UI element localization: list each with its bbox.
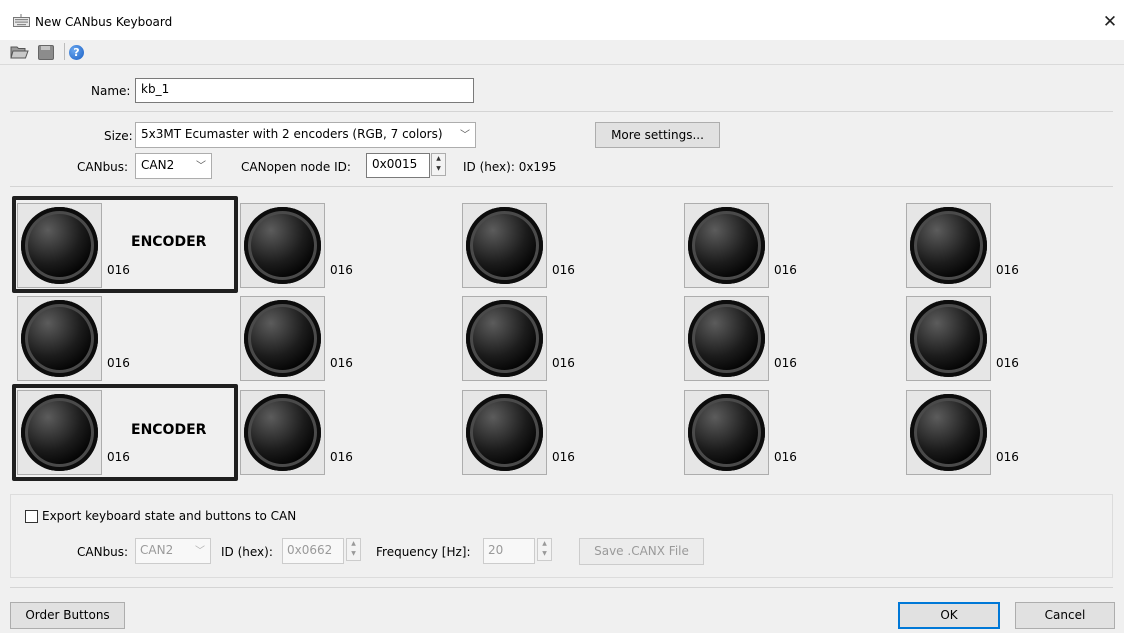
key-button[interactable] [906,203,991,288]
key-button[interactable] [684,390,769,475]
knob-icon [688,300,765,377]
key-button[interactable] [684,203,769,288]
export-frequency-input[interactable]: 20 [483,538,535,564]
key-button[interactable] [240,390,325,475]
key-code-label: 016 [552,356,575,370]
ok-button[interactable]: OK [898,602,1000,629]
key-button[interactable] [906,296,991,381]
toolbar-separator [64,43,65,60]
export-checkbox-label[interactable]: Export keyboard state and buttons to CAN [42,509,296,523]
key-button[interactable] [684,296,769,381]
knob-icon [910,300,987,377]
encoder-label: ENCODER [131,422,207,438]
divider [10,587,1113,588]
divider [10,111,1113,112]
knob-icon [688,207,765,284]
export-checkbox[interactable] [25,510,38,523]
node-id-input[interactable]: 0x0015 [366,153,430,178]
cancel-button[interactable]: Cancel [1015,602,1115,629]
order-buttons-button[interactable]: Order Buttons [10,602,125,629]
knob-icon [466,207,543,284]
close-button[interactable]: ✕ [1097,9,1123,35]
key-button[interactable] [462,390,547,475]
key-code-label: 016 [996,450,1019,464]
knob-icon [910,207,987,284]
export-id-input[interactable]: 0x0662 [282,538,344,564]
export-canbus-value: CAN2 [140,543,174,557]
key-code-label: 016 [107,356,130,370]
node-id-label: CANopen node ID: [241,160,351,174]
key-code-label: 016 [996,356,1019,370]
key-code-label: 016 [774,450,797,464]
name-input[interactable]: kb_1 [135,78,474,103]
save-canx-button[interactable]: Save .CANX File [579,538,704,565]
knob-icon [21,300,98,377]
key-code-label: 016 [552,450,575,464]
key-button[interactable] [17,296,102,381]
knob-icon [244,394,321,471]
window-title: New CANbus Keyboard [35,15,173,29]
export-canbus-label: CANbus: [77,545,129,559]
key-code-label: 016 [552,263,575,277]
key-button[interactable] [462,296,547,381]
node-id-spinner[interactable]: ▲ ▼ [431,153,446,176]
key-code-label: 016 [996,263,1019,277]
name-label: Name: [91,84,131,98]
key-button[interactable] [240,203,325,288]
knob-icon [688,394,765,471]
more-settings-button[interactable]: More settings... [595,122,720,148]
size-select-value: 5x3MT Ecumaster with 2 encoders (RGB, 7 … [141,127,443,141]
export-id-spinner[interactable]: ▲ ▼ [346,538,361,561]
divider [10,186,1113,187]
export-frequency-spinner[interactable]: ▲ ▼ [537,538,552,561]
chevron-down-icon: ﹀ [196,161,206,172]
key-button[interactable] [462,203,547,288]
canbus-label: CANbus: [77,160,129,174]
export-frequency-label: Frequency [Hz]: [376,545,471,559]
key-code-label: 016 [330,450,353,464]
chevron-down-icon: ﹀ [460,130,470,141]
size-select[interactable]: 5x3MT Ecumaster with 2 encoders (RGB, 7 … [135,122,476,148]
export-canbus-select[interactable]: CAN2 ﹀ [135,538,211,564]
canbus-select[interactable]: CAN2 ﹀ [135,153,212,179]
folder-open-icon[interactable] [10,45,29,59]
key-code-label: 016 [330,263,353,277]
chevron-down-icon: ﹀ [195,546,205,557]
help-icon[interactable]: ? [69,45,84,60]
key-button[interactable] [906,390,991,475]
key-code-label: 016 [330,356,353,370]
knob-icon [910,394,987,471]
toolbar [0,40,1124,65]
key-button[interactable] [240,296,325,381]
canbus-select-value: CAN2 [141,158,175,172]
id-hex-readout: ID (hex): 0x195 [463,160,557,174]
export-group [10,494,1113,578]
knob-icon [244,207,321,284]
size-label: Size: [104,129,133,143]
knob-icon [466,300,543,377]
key-code-label: 016 [774,356,797,370]
knob-icon [244,300,321,377]
knob-icon [466,394,543,471]
export-id-label: ID (hex): [221,545,273,559]
save-icon[interactable] [38,45,54,60]
keyboard-icon [13,14,30,27]
key-code-label: 016 [774,263,797,277]
encoder-label: ENCODER [131,234,207,250]
